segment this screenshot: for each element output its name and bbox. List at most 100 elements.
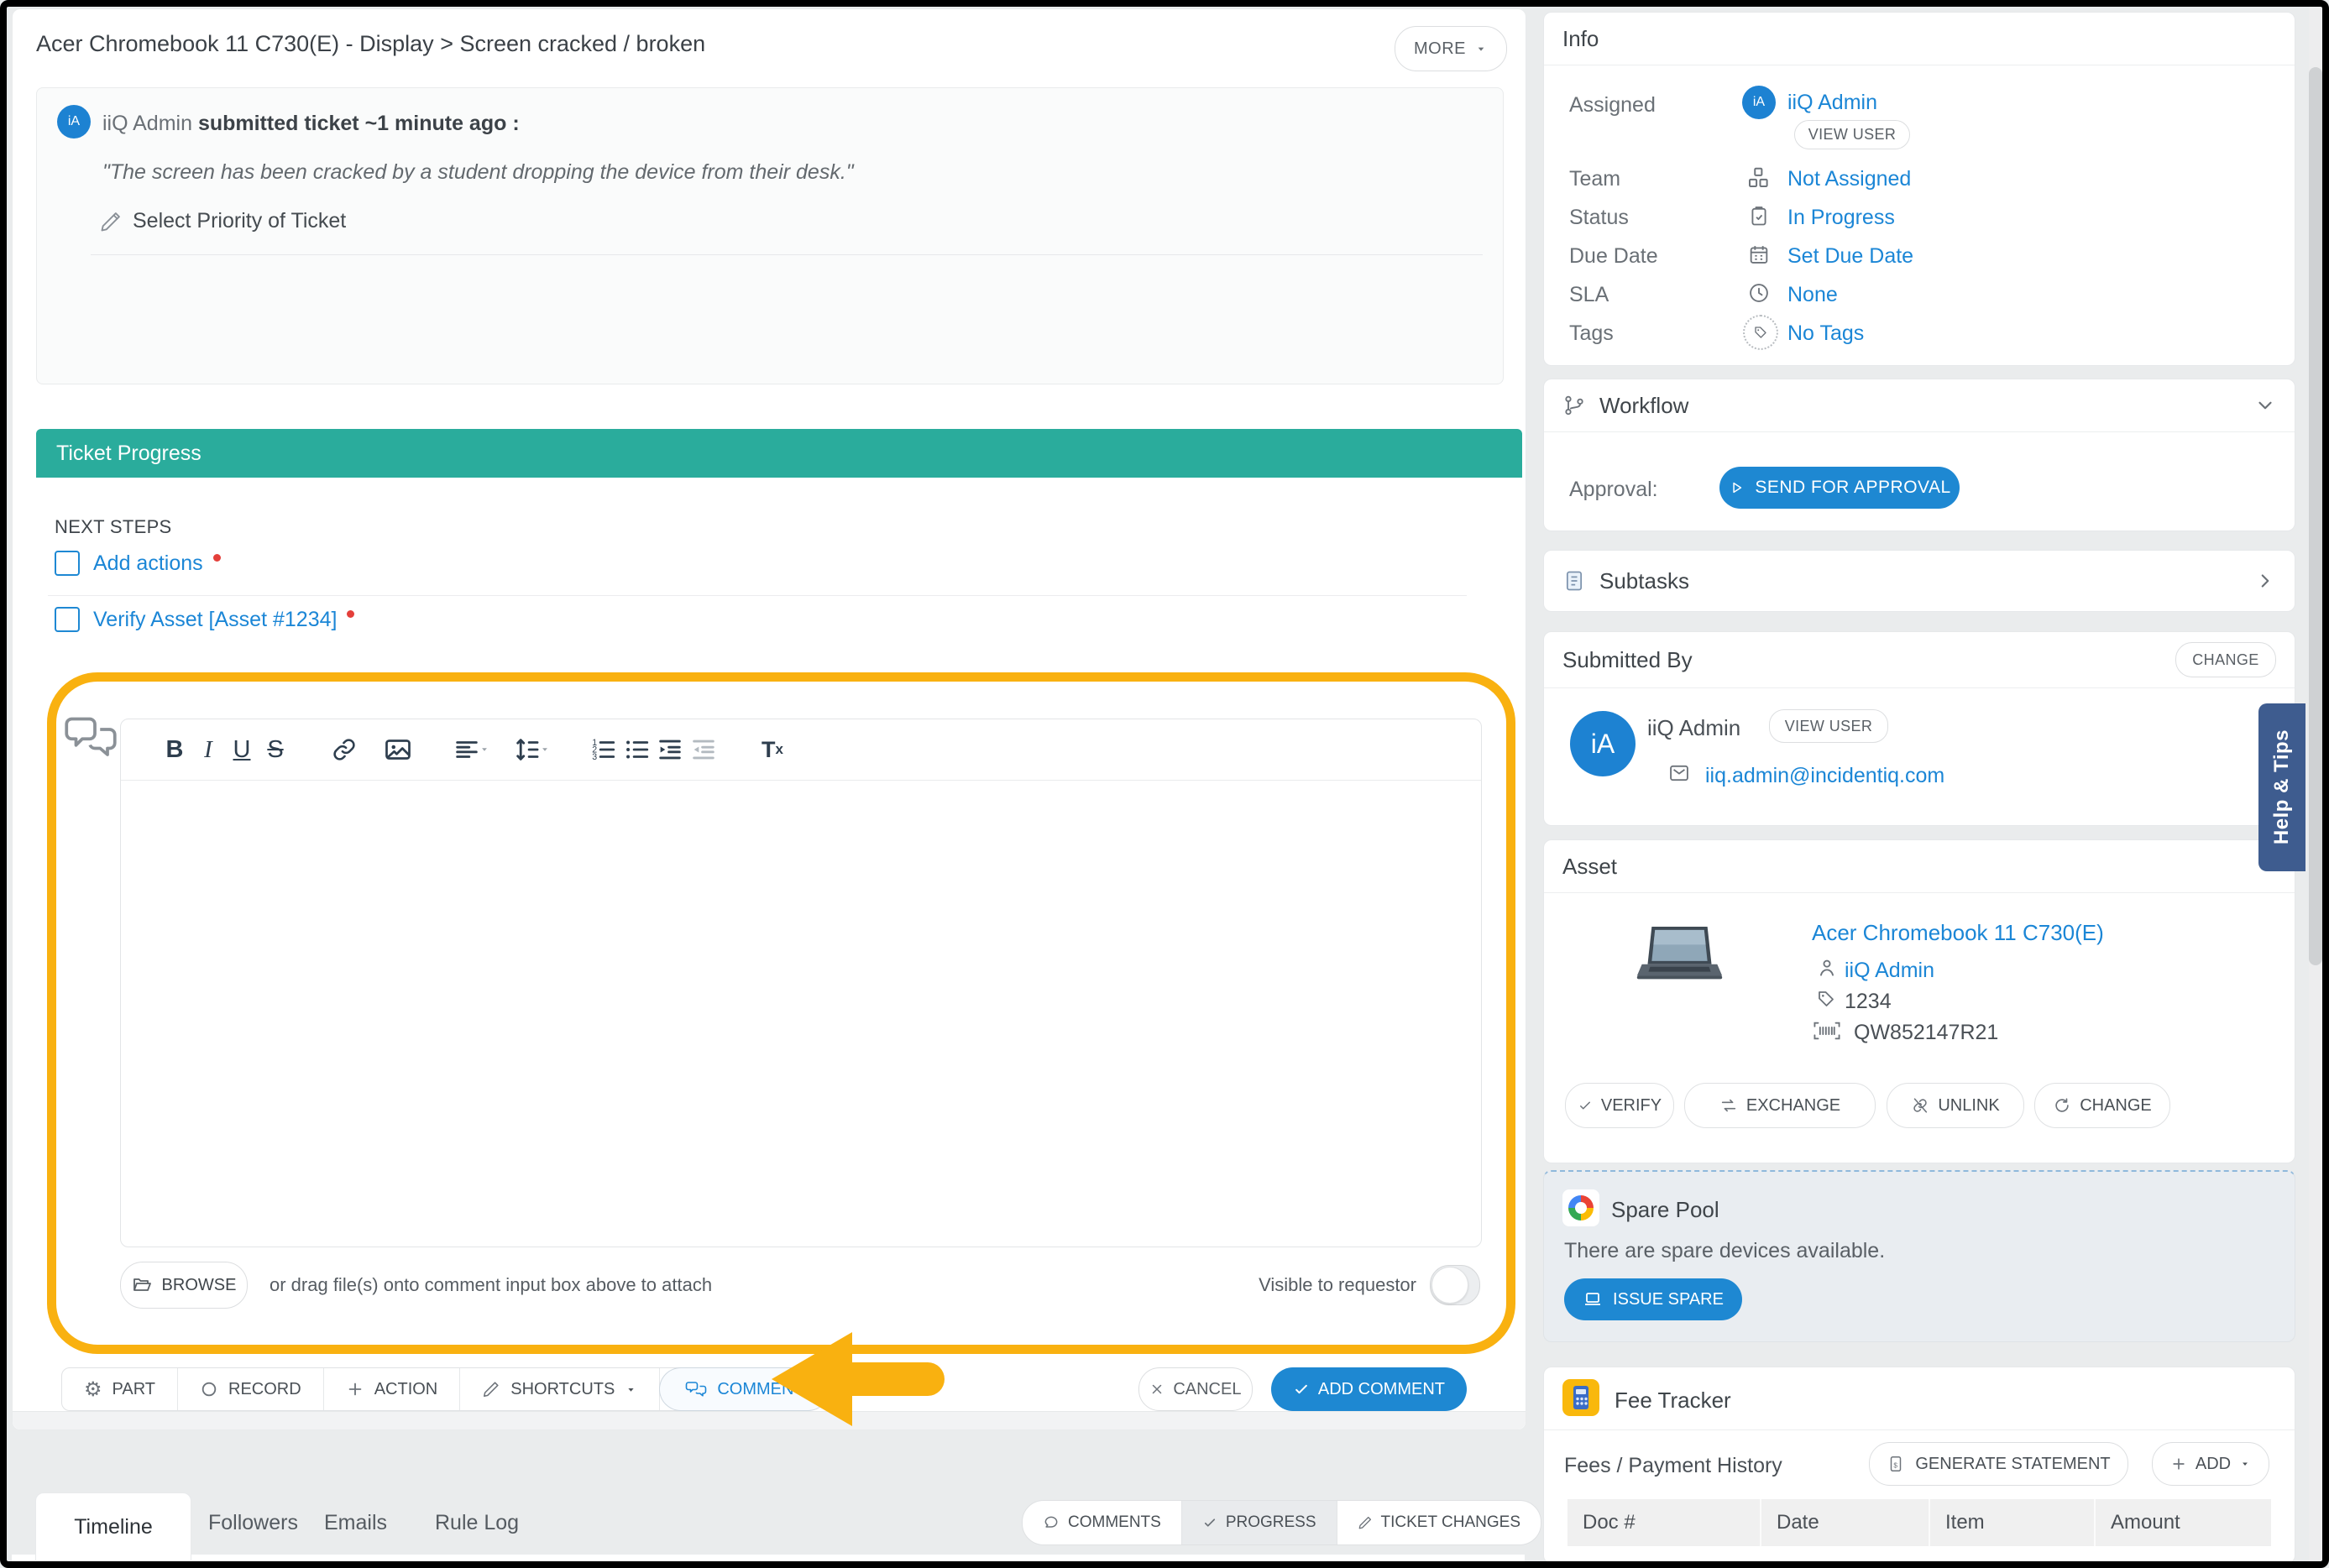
close-icon [1149, 1382, 1164, 1397]
insert-image-button[interactable] [381, 730, 415, 769]
attach-hint: or drag file(s) onto comment input box a… [270, 1274, 712, 1296]
outdent-button[interactable] [687, 730, 720, 769]
comment-input-area[interactable] [121, 781, 1481, 1246]
visible-to-requestor-toggle[interactable] [1430, 1265, 1480, 1305]
tab-timeline[interactable]: Timeline [35, 1492, 191, 1560]
add-fee-button[interactable]: ADD [2152, 1442, 2269, 1486]
record-button[interactable]: RECORD [178, 1368, 324, 1410]
ordered-list-button[interactable]: 123 [586, 730, 620, 769]
tags-value-link[interactable]: No Tags [1787, 321, 1864, 346]
filter-comments[interactable]: COMMENTS [1023, 1501, 1182, 1544]
more-button-label: MORE [1414, 39, 1466, 59]
tab-followers[interactable]: Followers [208, 1511, 298, 1535]
view-user-button[interactable]: VIEW USER [1794, 120, 1910, 149]
submitted-by-header: Submitted By CHANGE [1544, 632, 2295, 688]
checkbox[interactable] [55, 551, 80, 576]
assigned-label: Assigned [1569, 93, 1656, 118]
clear-formatting-button[interactable]: Tx [756, 730, 789, 769]
assigned-user-link[interactable]: iiQ Admin [1787, 91, 1877, 115]
chevron-right-icon [2254, 570, 2276, 592]
submitted-line: iiQ Admin submitted ticket ~1 minute ago… [102, 112, 520, 136]
status-value-link[interactable]: In Progress [1787, 206, 1895, 230]
step-link[interactable]: Add actions [93, 551, 203, 576]
check-icon [1578, 1098, 1593, 1113]
more-button[interactable]: MORE [1395, 26, 1507, 71]
bold-button[interactable]: B [158, 730, 191, 769]
timeline-filter-group: COMMENTS PROGRESS TICKET CHANGES [1022, 1500, 1541, 1545]
spare-pool-panel: Spare Pool There are spare devices avail… [1543, 1170, 2295, 1342]
insert-link-button[interactable] [327, 730, 361, 769]
change-asset-button[interactable]: CHANGE [2034, 1083, 2170, 1128]
folder-icon [132, 1275, 152, 1295]
verify-asset-button[interactable]: VERIFY [1565, 1083, 1674, 1128]
required-dot [347, 610, 354, 618]
submitter-name: iiQ Admin [1647, 715, 1740, 741]
visible-to-requestor-label: Visible to requestor [1259, 1274, 1416, 1296]
send-for-approval-button[interactable]: SEND FOR APPROVAL [1719, 467, 1960, 509]
person-icon [1816, 957, 1838, 979]
calendar-icon [1747, 243, 1771, 266]
svg-text:3: 3 [592, 752, 597, 762]
ticket-quote: "The screen has been cracked by a studen… [102, 160, 854, 185]
exchange-asset-button[interactable]: EXCHANGE [1684, 1083, 1876, 1128]
divider [1544, 1429, 2295, 1430]
shortcuts-button[interactable]: SHORTCUTS [460, 1368, 660, 1410]
browse-button[interactable]: BROWSE [120, 1262, 248, 1309]
italic-button[interactable]: I [191, 730, 225, 769]
workflow-header: Workflow [1544, 379, 2295, 432]
action-button[interactable]: ACTION [324, 1368, 461, 1410]
bullet-list-button[interactable] [620, 730, 653, 769]
filter-ticket-changes[interactable]: TICKET CHANGES [1337, 1501, 1541, 1544]
asset-owner-link[interactable]: iiQ Admin [1845, 959, 1934, 983]
asset-name-link[interactable]: Acer Chromebook 11 C730(E) [1812, 920, 2104, 946]
indent-button[interactable] [653, 730, 687, 769]
divider [48, 595, 1467, 596]
pencil-icon [482, 1380, 500, 1398]
select-priority-label: Select Priority of Ticket [133, 209, 346, 233]
content-strip [12, 1555, 1525, 1563]
underline-button[interactable]: U [225, 730, 259, 769]
filter-progress[interactable]: PROGRESS [1182, 1501, 1337, 1544]
generate-statement-button[interactable]: $ GENERATE STATEMENT [1869, 1442, 2128, 1486]
issue-spare-button[interactable]: ISSUE SPARE [1564, 1278, 1742, 1320]
info-panel: Info Assigned iA iiQ Admin VIEW USER Tea… [1543, 12, 2295, 366]
tab-emails[interactable]: Emails [324, 1511, 387, 1535]
toggle-knob [1431, 1267, 1468, 1304]
clock-icon [1747, 281, 1771, 305]
fee-tracker-icon [1562, 1379, 1599, 1416]
laptop-icon [1583, 1289, 1603, 1309]
step-link[interactable]: Verify Asset [Asset #1234] [93, 608, 337, 632]
plus-icon [346, 1380, 364, 1398]
submitter-email-link[interactable]: iiq.admin@incidentiq.com [1705, 764, 1944, 788]
comment-mode-button[interactable]: COMMENT [659, 1367, 829, 1411]
next-step-verify-asset: Verify Asset [Asset #1234] [55, 607, 354, 632]
gear-icon: ⚙ [84, 1377, 102, 1402]
chevron-down-icon[interactable] [2254, 395, 2276, 416]
view-user-button[interactable]: VIEW USER [1769, 709, 1888, 743]
tab-rule-log[interactable]: Rule Log [435, 1511, 519, 1535]
comment-bubbles-icon [685, 1379, 707, 1399]
change-submitter-button[interactable]: CHANGE [2175, 642, 2276, 677]
unlink-asset-button[interactable]: UNLINK [1887, 1083, 2024, 1128]
team-value-link[interactable]: Not Assigned [1787, 167, 1911, 191]
select-priority-link[interactable]: Select Priority of Ticket [99, 209, 346, 233]
due-date-value-link[interactable]: Set Due Date [1787, 244, 1913, 269]
help-tips-tab[interactable]: Help & Tips [2258, 703, 2305, 871]
ticket-progress-header: Ticket Progress [36, 429, 1522, 478]
fee-col-doc: Doc # [1567, 1499, 1761, 1546]
status-icon [1747, 204, 1771, 227]
strikethrough-button[interactable]: S [259, 730, 292, 769]
part-button[interactable]: ⚙ PART [62, 1368, 178, 1410]
add-comment-button[interactable]: ADD COMMENT [1271, 1367, 1467, 1411]
spare-pool-icon [1562, 1189, 1599, 1226]
circle-icon [200, 1380, 218, 1398]
next-step-add-actions: Add actions [55, 551, 221, 576]
cancel-button[interactable]: CANCEL [1138, 1367, 1253, 1411]
approval-label: Approval: [1569, 478, 1658, 502]
fee-col-amount: Amount [2096, 1499, 2271, 1546]
sla-value-link[interactable]: None [1787, 283, 1838, 307]
subtasks-panel[interactable]: Subtasks [1543, 550, 2295, 612]
composer-submit-group: CANCEL ADD COMMENT [1138, 1367, 1467, 1411]
scrollbar-thumb[interactable] [2309, 67, 2322, 965]
checkbox[interactable] [55, 607, 80, 632]
